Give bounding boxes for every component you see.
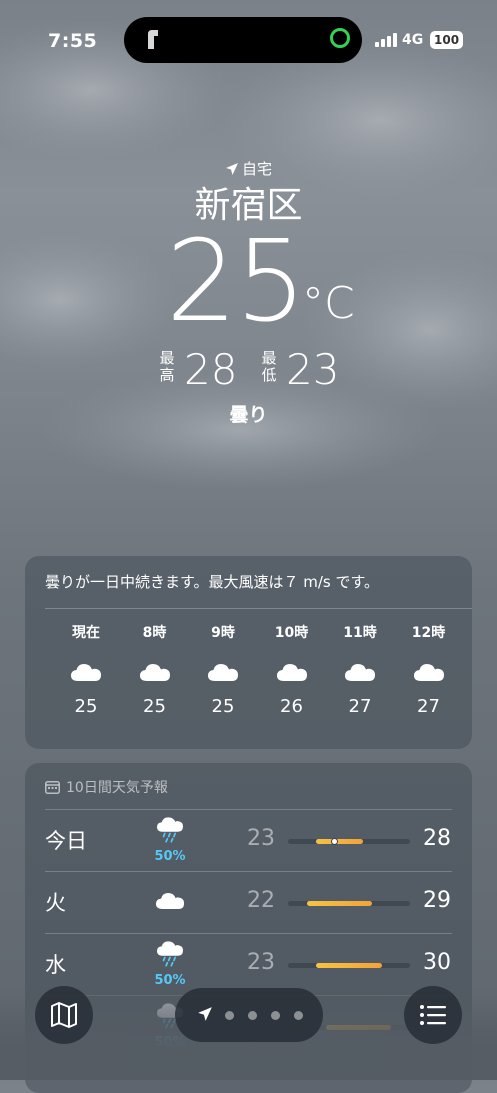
hour-temperature: 27: [417, 696, 440, 717]
row-divider: [45, 871, 452, 872]
hourly-item: 現在 25: [51, 622, 121, 717]
temperature-range-bar: [288, 901, 410, 906]
high-label: 最高: [159, 349, 175, 384]
hourly-item: 13 2: [462, 622, 472, 717]
page-dot[interactable]: [248, 1011, 257, 1020]
low-value: 23: [286, 345, 340, 394]
cloud-icon: [345, 664, 375, 681]
temperature-range-fill: [306, 901, 373, 906]
temperature-range-fill: [316, 839, 364, 844]
hour-temperature: 2: [462, 696, 472, 717]
network-type: 4G: [402, 32, 424, 48]
calendar-icon: [45, 781, 60, 794]
weather-condition: 曇り: [229, 404, 268, 426]
forecast-summary: 曇りが一日中続きます。最大風速は７ m/s です。: [45, 573, 380, 591]
hour-temperature: 25: [211, 696, 235, 717]
map-button[interactable]: [35, 986, 93, 1044]
ten-day-header: 10日間天気予報: [45, 777, 168, 797]
day-low-temp: 23: [247, 950, 275, 975]
high-low: 最高 28 最低 23: [0, 348, 497, 392]
list-icon: [420, 1005, 446, 1025]
temperature-range-fill: [316, 963, 382, 968]
dynamic-island[interactable]: [124, 17, 362, 63]
signal-bars-icon: [375, 33, 397, 47]
app-activity-icon: [148, 30, 158, 49]
daily-row[interactable]: 水 50% 23 30: [25, 933, 472, 995]
hourly-item: 9時 25: [188, 622, 258, 717]
row-divider: [45, 933, 452, 934]
location-arrow-icon: [225, 163, 238, 175]
day-high-temp: 30: [423, 950, 451, 975]
hour-temperature: 27: [348, 696, 372, 717]
page-indicator[interactable]: [175, 988, 323, 1042]
hour-label: 10時: [274, 625, 309, 641]
hour-label: 13: [462, 622, 472, 642]
temperature-range-bar: [288, 838, 410, 845]
battery-indicator: 100: [430, 31, 464, 49]
cloud-rain-icon: [153, 941, 187, 971]
row-divider: [45, 809, 452, 810]
temperature-range-bar: [288, 963, 410, 968]
card-divider: [45, 608, 472, 609]
high-value: 28: [184, 345, 238, 394]
cloud-icon: [413, 664, 444, 681]
status-bar: 7:55 4G 100: [0, 0, 497, 80]
battery-tip: [461, 36, 463, 42]
day-high-temp: 28: [423, 826, 451, 851]
page-dot[interactable]: [271, 1011, 280, 1020]
page-dot[interactable]: [294, 1011, 303, 1020]
hourly-item: 8時 25: [120, 622, 190, 717]
page-dot[interactable]: [225, 1011, 234, 1020]
day-name: 火: [45, 891, 66, 915]
cloud-icon: [139, 664, 170, 681]
hour-label: 現在: [72, 625, 100, 641]
daily-row[interactable]: 火 22 29: [25, 871, 472, 933]
temperature-unit: °C: [302, 278, 355, 329]
day-name: 今日: [45, 829, 87, 853]
hour-temperature: 25: [143, 696, 166, 717]
cloud-icon: [71, 664, 101, 681]
status-time: 7:55: [48, 30, 98, 52]
cloud-rain-icon: [153, 817, 187, 847]
cloud-icon: [153, 891, 187, 914]
hourly-item: 11時 27: [325, 622, 395, 717]
precipitation-chance: 50%: [154, 973, 186, 988]
cloud-icon: [208, 664, 238, 681]
hourly-list[interactable]: 現在 25 8時 25 9時 25 10時 26 11時 27 12時 27 13 2: [25, 622, 472, 742]
hourly-item: 12時 27: [394, 622, 464, 717]
location-arrow-icon: [198, 1007, 212, 1021]
hour-label: 12時: [411, 625, 446, 641]
activity-ring-icon: [330, 28, 350, 48]
hourly-forecast-card[interactable]: 曇りが一日中続きます。最大風速は７ m/s です。 現在 25 8時 25 9時 25 10…: [25, 556, 472, 749]
hour-temperature: 26: [280, 696, 303, 717]
location-list-button[interactable]: [404, 986, 462, 1044]
day-low-temp: 23: [247, 826, 275, 851]
hourly-item: 10時 26: [257, 622, 327, 717]
day-name: 水: [45, 953, 66, 977]
map-icon: [51, 1002, 77, 1028]
current-temperature: 25: [166, 217, 307, 347]
day-low-temp: 22: [247, 888, 275, 913]
hour-temperature: 25: [74, 696, 98, 717]
daily-row[interactable]: 今日 50% 23 28: [25, 809, 472, 871]
hour-label: 11時: [343, 625, 377, 641]
precipitation-chance: 50%: [154, 849, 186, 864]
low-label: 最低: [261, 349, 277, 384]
hour-label: 9時: [211, 625, 235, 641]
hour-label: 8時: [142, 625, 167, 641]
day-high-temp: 29: [423, 888, 451, 913]
cloud-icon: [276, 664, 307, 681]
